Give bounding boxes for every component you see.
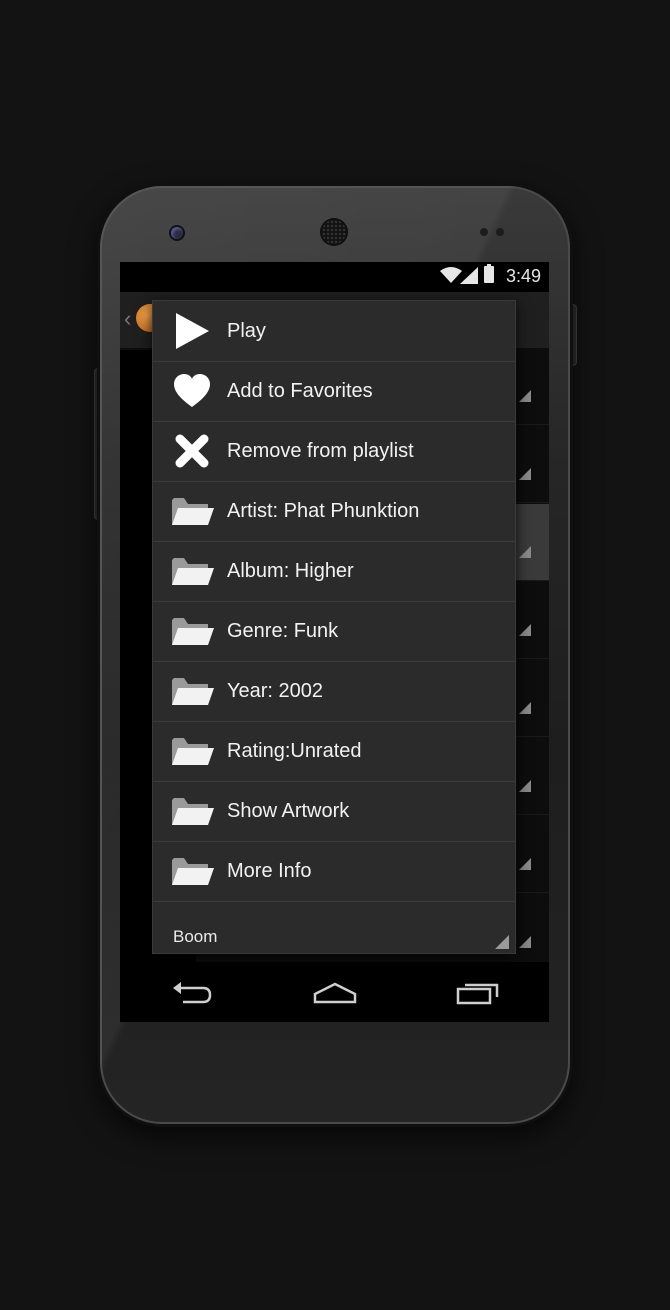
- menu-item-label: Album: Higher: [227, 559, 354, 582]
- menu-item-label: More Info: [227, 859, 312, 882]
- light-sensor: [496, 228, 504, 236]
- folder-icon: [169, 851, 215, 891]
- folder-icon: [169, 611, 215, 651]
- back-icon[interactable]: [162, 973, 222, 1013]
- folder-icon: [169, 671, 215, 711]
- proximity-sensor: [480, 228, 488, 236]
- menu-item-label: Remove from playlist: [227, 439, 414, 462]
- stage: 3:49 ‹ Play Add to Favorites Remove from…: [0, 0, 670, 1310]
- folder-icon: [169, 551, 215, 591]
- menu-item-label: Year: 2002: [227, 679, 324, 702]
- menu-item-artist[interactable]: Artist: Phat Phunktion: [153, 481, 515, 542]
- corner-triangle-icon: [519, 468, 531, 480]
- menu-item-label: Add to Favorites: [227, 379, 373, 402]
- heart-icon: [169, 371, 215, 411]
- corner-triangle-icon: [519, 858, 531, 870]
- menu-item-more-info[interactable]: More Info: [153, 841, 515, 902]
- menu-item-label: Rating:Unrated: [227, 739, 362, 762]
- menu-footer-track[interactable]: Boom: [153, 905, 515, 953]
- play-icon: [169, 311, 215, 351]
- menu-item-album[interactable]: Album: Higher: [153, 541, 515, 602]
- up-caret-icon[interactable]: ‹: [124, 306, 131, 332]
- status-bar: 3:49: [120, 262, 549, 292]
- context-menu: Play Add to Favorites Remove from playli…: [153, 301, 515, 953]
- menu-item-rating[interactable]: Rating:Unrated: [153, 721, 515, 782]
- menu-item-play[interactable]: Play: [153, 301, 515, 362]
- earpiece-speaker: [322, 220, 346, 244]
- wifi-icon: [440, 266, 462, 289]
- folder-icon: [169, 731, 215, 771]
- menu-item-year[interactable]: Year: 2002: [153, 661, 515, 722]
- track-title: Boom: [173, 927, 218, 946]
- corner-triangle-icon: [519, 780, 531, 792]
- front-camera: [171, 227, 183, 239]
- status-time: 3:49: [505, 266, 541, 286]
- corner-triangle-icon: [519, 702, 531, 714]
- menu-item-remove-from-playlist[interactable]: Remove from playlist: [153, 421, 515, 482]
- battery-icon: [484, 264, 494, 283]
- menu-item-label: Play: [227, 319, 266, 342]
- corner-triangle-icon: [519, 624, 531, 636]
- corner-triangle-icon: [519, 390, 531, 402]
- menu-item-show-artwork[interactable]: Show Artwork: [153, 781, 515, 842]
- navigation-bar: [120, 964, 549, 1022]
- corner-triangle-icon: [519, 546, 531, 558]
- signal-icon: [460, 267, 478, 289]
- menu-item-label: Genre: Funk: [227, 619, 339, 642]
- close-icon: [169, 431, 215, 471]
- recents-icon[interactable]: [448, 973, 508, 1013]
- corner-triangle-icon: [495, 935, 509, 949]
- menu-item-genre[interactable]: Genre: Funk: [153, 601, 515, 662]
- home-icon[interactable]: [305, 973, 365, 1013]
- menu-item-add-to-favorites[interactable]: Add to Favorites: [153, 361, 515, 422]
- folder-icon: [169, 791, 215, 831]
- menu-item-label: Show Artwork: [227, 799, 350, 822]
- menu-item-label: Artist: Phat Phunktion: [227, 499, 420, 522]
- folder-icon: [169, 491, 215, 531]
- corner-triangle-icon: [519, 936, 531, 948]
